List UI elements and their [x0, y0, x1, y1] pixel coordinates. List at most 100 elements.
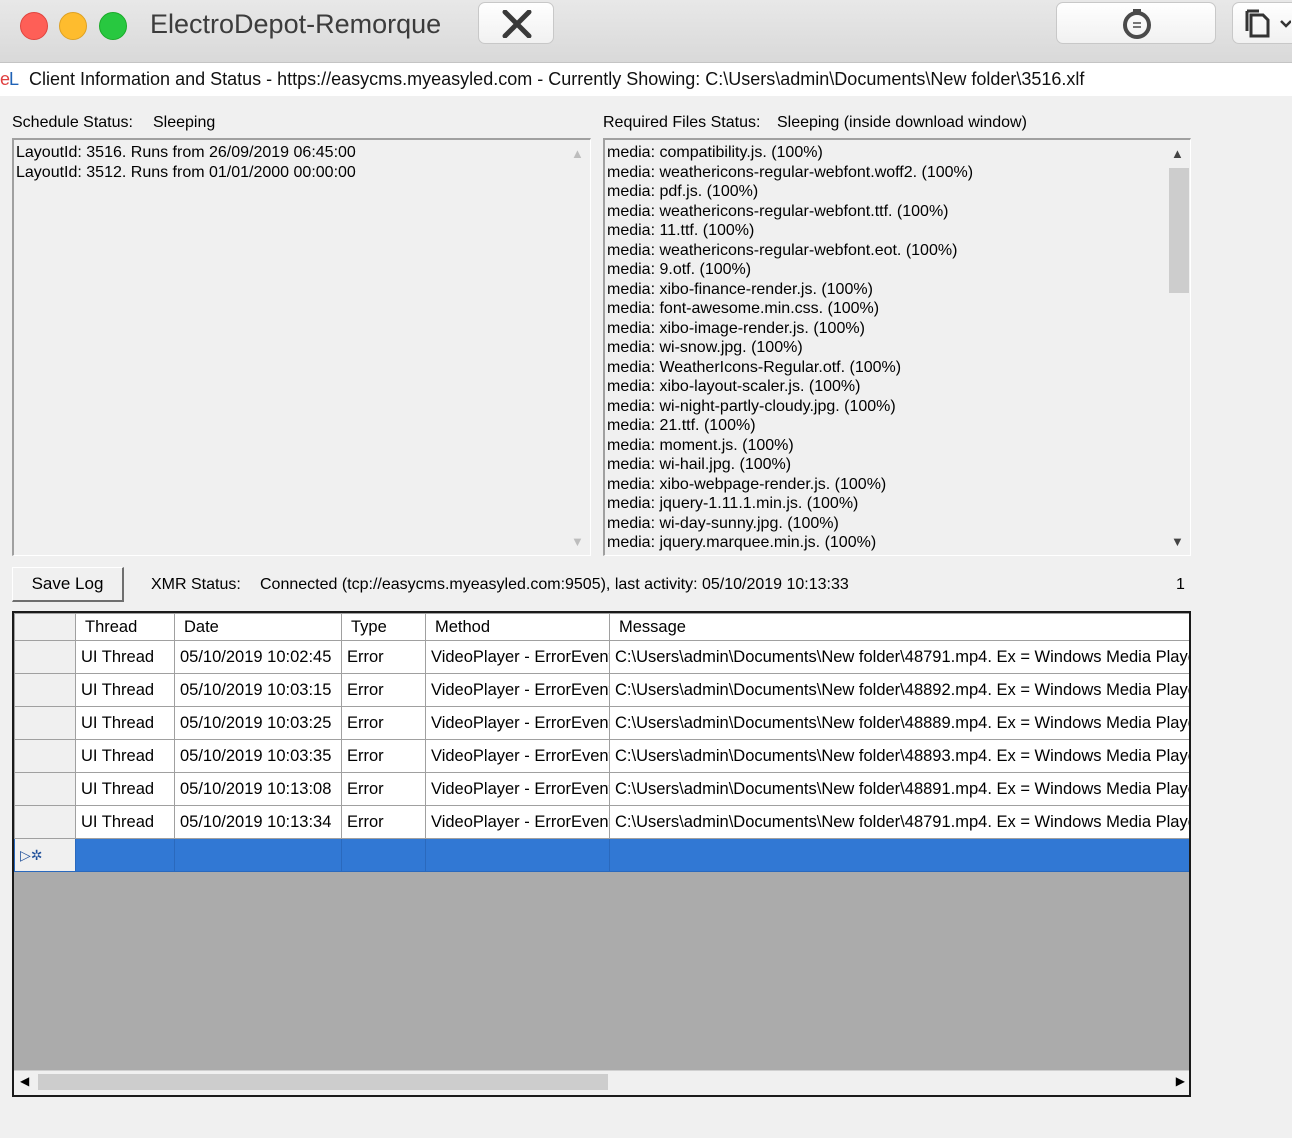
cell-message[interactable] — [609, 838, 1189, 872]
cell-type[interactable]: Error — [341, 805, 426, 839]
zoom-window-button[interactable] — [99, 12, 127, 40]
list-item: media: wi-day-sunny.jpg. (100%) — [607, 514, 839, 532]
row-header[interactable]: ▷✲ — [14, 838, 76, 872]
scroll-right-arrow-icon[interactable]: ▶ — [1176, 1074, 1185, 1088]
column-header-method[interactable]: Method — [425, 613, 610, 641]
cell-thread[interactable]: UI Thread — [75, 640, 175, 674]
cell-method[interactable]: VideoPlayer - ErrorEvent — [425, 772, 610, 806]
required-files-scrollbar[interactable]: ▲ ▼ — [1166, 140, 1190, 555]
cell-message[interactable]: C:\Users\admin\Documents\New folder\4889… — [609, 739, 1189, 773]
cell-date[interactable]: 05/10/2019 10:03:25 — [174, 706, 342, 740]
column-header-message[interactable]: Message — [609, 613, 1189, 641]
column-header-type[interactable]: Type — [341, 613, 426, 641]
list-item: media: wi-hail.jpg. (100%) — [607, 456, 792, 473]
table-row[interactable]: UI Thread 05/10/2019 10:02:45 Error Vide… — [14, 640, 1189, 674]
list-item: media: jquery-1.11.1.min.js. (100%) — [607, 495, 859, 512]
cell-method[interactable] — [425, 838, 610, 872]
table-row[interactable]: UI Thread 05/10/2019 10:03:35 Error Vide… — [14, 739, 1189, 773]
scroll-down-arrow-icon[interactable]: ▼ — [571, 534, 584, 549]
cell-type[interactable]: Error — [341, 706, 426, 740]
table-row[interactable]: UI Thread 05/10/2019 10:03:15 Error Vide… — [14, 673, 1189, 707]
cell-message[interactable]: C:\Users\admin\Documents\New folder\4889… — [609, 772, 1189, 806]
row-header-corner[interactable] — [14, 613, 76, 641]
schedule-status-label: Schedule Status: — [12, 114, 133, 131]
close-window-button[interactable] — [20, 12, 48, 40]
column-header-date[interactable]: Date — [174, 613, 342, 641]
list-item: media: pdf.js. (100%) — [607, 183, 759, 200]
schedule-listbox[interactable]: LayoutId: 3516. Runs from 26/09/2019 06:… — [12, 138, 591, 556]
row-header[interactable] — [14, 673, 76, 707]
cell-thread[interactable]: UI Thread — [75, 772, 175, 806]
timer-icon — [1123, 9, 1151, 39]
scroll-thumb[interactable] — [38, 1074, 608, 1090]
scroll-up-arrow-icon[interactable]: ▲ — [571, 146, 584, 161]
grid-header-row: Thread Date Type Method Message — [14, 613, 1189, 641]
list-item: media: 9.otf. (100%) — [607, 261, 752, 278]
required-files-listbox[interactable]: media: compatibility.js. (100%) media: w… — [603, 138, 1191, 556]
cell-type[interactable]: Error — [341, 772, 426, 806]
minimize-window-button[interactable] — [59, 12, 87, 40]
scroll-left-arrow-icon[interactable]: ◀ — [20, 1074, 29, 1088]
cell-type[interactable] — [341, 838, 426, 872]
xmr-status-value: Connected (tcp://easycms.myeasyled.com:9… — [260, 576, 849, 593]
row-header[interactable] — [14, 772, 76, 806]
list-item: media: xibo-layout-scaler.js. (100%) — [607, 378, 861, 395]
cell-thread[interactable]: UI Thread — [75, 706, 175, 740]
scroll-thumb[interactable] — [1169, 168, 1189, 293]
cell-message[interactable]: C:\Users\admin\Documents\New folder\4888… — [609, 706, 1189, 740]
cell-method[interactable]: VideoPlayer - ErrorEvent — [425, 640, 610, 674]
toolbar-close-button[interactable] — [478, 2, 554, 44]
cell-date[interactable]: 05/10/2019 10:03:35 — [174, 739, 342, 773]
cell-date[interactable]: 05/10/2019 10:13:08 — [174, 772, 342, 806]
cell-message[interactable]: C:\Users\admin\Documents\New folder\4889… — [609, 673, 1189, 707]
grid-horizontal-scrollbar[interactable]: ◀ ▶ — [14, 1070, 1189, 1095]
cell-thread[interactable]: UI Thread — [75, 739, 175, 773]
row-header[interactable] — [14, 640, 76, 674]
toolbar-copy-button[interactable] — [1232, 2, 1292, 44]
list-item: media: xibo-image-render.js. (100%) — [607, 319, 865, 337]
cell-message[interactable]: C:\Users\admin\Documents\New folder\4879… — [609, 805, 1189, 839]
column-header-thread[interactable]: Thread — [75, 613, 175, 641]
new-row-pointer-icon: ▷✲ — [20, 846, 43, 863]
schedule-status-value: Sleeping — [153, 114, 216, 131]
title-bar: ElectroDepot-Remorque — [0, 0, 1292, 63]
scroll-down-arrow-icon[interactable]: ▼ — [1171, 534, 1184, 549]
scroll-up-arrow-icon[interactable]: ▲ — [1171, 146, 1184, 161]
save-log-button[interactable]: Save Log — [12, 567, 124, 602]
cell-date[interactable]: 05/10/2019 10:03:15 — [174, 673, 342, 707]
list-item: media: compatibility.js. (100%) — [607, 144, 823, 161]
cell-method[interactable]: VideoPlayer - ErrorEvent — [425, 706, 610, 740]
table-row[interactable]: UI Thread 05/10/2019 10:03:25 Error Vide… — [14, 706, 1189, 740]
cell-date[interactable]: 05/10/2019 10:13:34 — [174, 805, 342, 839]
row-header[interactable] — [14, 739, 76, 773]
list-item: media: weathericons-regular-webfont.woff… — [607, 163, 974, 181]
window-header: eL Client Information and Status - https… — [0, 63, 1292, 96]
cell-method[interactable]: VideoPlayer - ErrorEvent — [425, 739, 610, 773]
required-files-lines: media: compatibility.js. (100%) media: w… — [607, 143, 973, 553]
list-item: LayoutId: 3516. Runs from 26/09/2019 06:… — [16, 144, 356, 161]
cell-thread[interactable]: UI Thread — [75, 805, 175, 839]
table-row[interactable]: UI Thread 05/10/2019 10:13:34 Error Vide… — [14, 805, 1189, 839]
cell-type[interactable]: Error — [341, 673, 426, 707]
new-row[interactable]: ▷✲ — [14, 838, 1189, 872]
cell-method[interactable]: VideoPlayer - ErrorEvent — [425, 805, 610, 839]
cell-thread[interactable] — [75, 838, 175, 872]
list-item: media: weathericons-regular-webfont.eot.… — [607, 241, 958, 259]
table-row[interactable]: UI Thread 05/10/2019 10:13:08 Error Vide… — [14, 772, 1189, 806]
schedule-lines: LayoutId: 3516. Runs from 26/09/2019 06:… — [16, 143, 356, 182]
row-header[interactable] — [14, 706, 76, 740]
required-files-label: Required Files Status: — [603, 114, 761, 131]
cell-date[interactable]: 05/10/2019 10:02:45 — [174, 640, 342, 674]
cell-thread[interactable]: UI Thread — [75, 673, 175, 707]
cell-type[interactable]: Error — [341, 739, 426, 773]
row-header[interactable] — [14, 805, 76, 839]
toolbar-timer-button[interactable] — [1056, 2, 1216, 44]
schedule-scrollbar[interactable]: ▲ ▼ — [566, 140, 590, 555]
log-grid[interactable]: Thread Date Type Method Message UI Threa… — [12, 611, 1191, 1097]
list-item: media: 21.ttf. (100%) — [607, 417, 756, 434]
cell-method[interactable]: VideoPlayer - ErrorEvent — [425, 673, 610, 707]
window-title: Client Information and Status - https://… — [29, 69, 1085, 89]
cell-type[interactable]: Error — [341, 640, 426, 674]
cell-date[interactable] — [174, 838, 342, 872]
cell-message[interactable]: C:\Users\admin\Documents\New folder\4879… — [609, 640, 1189, 674]
